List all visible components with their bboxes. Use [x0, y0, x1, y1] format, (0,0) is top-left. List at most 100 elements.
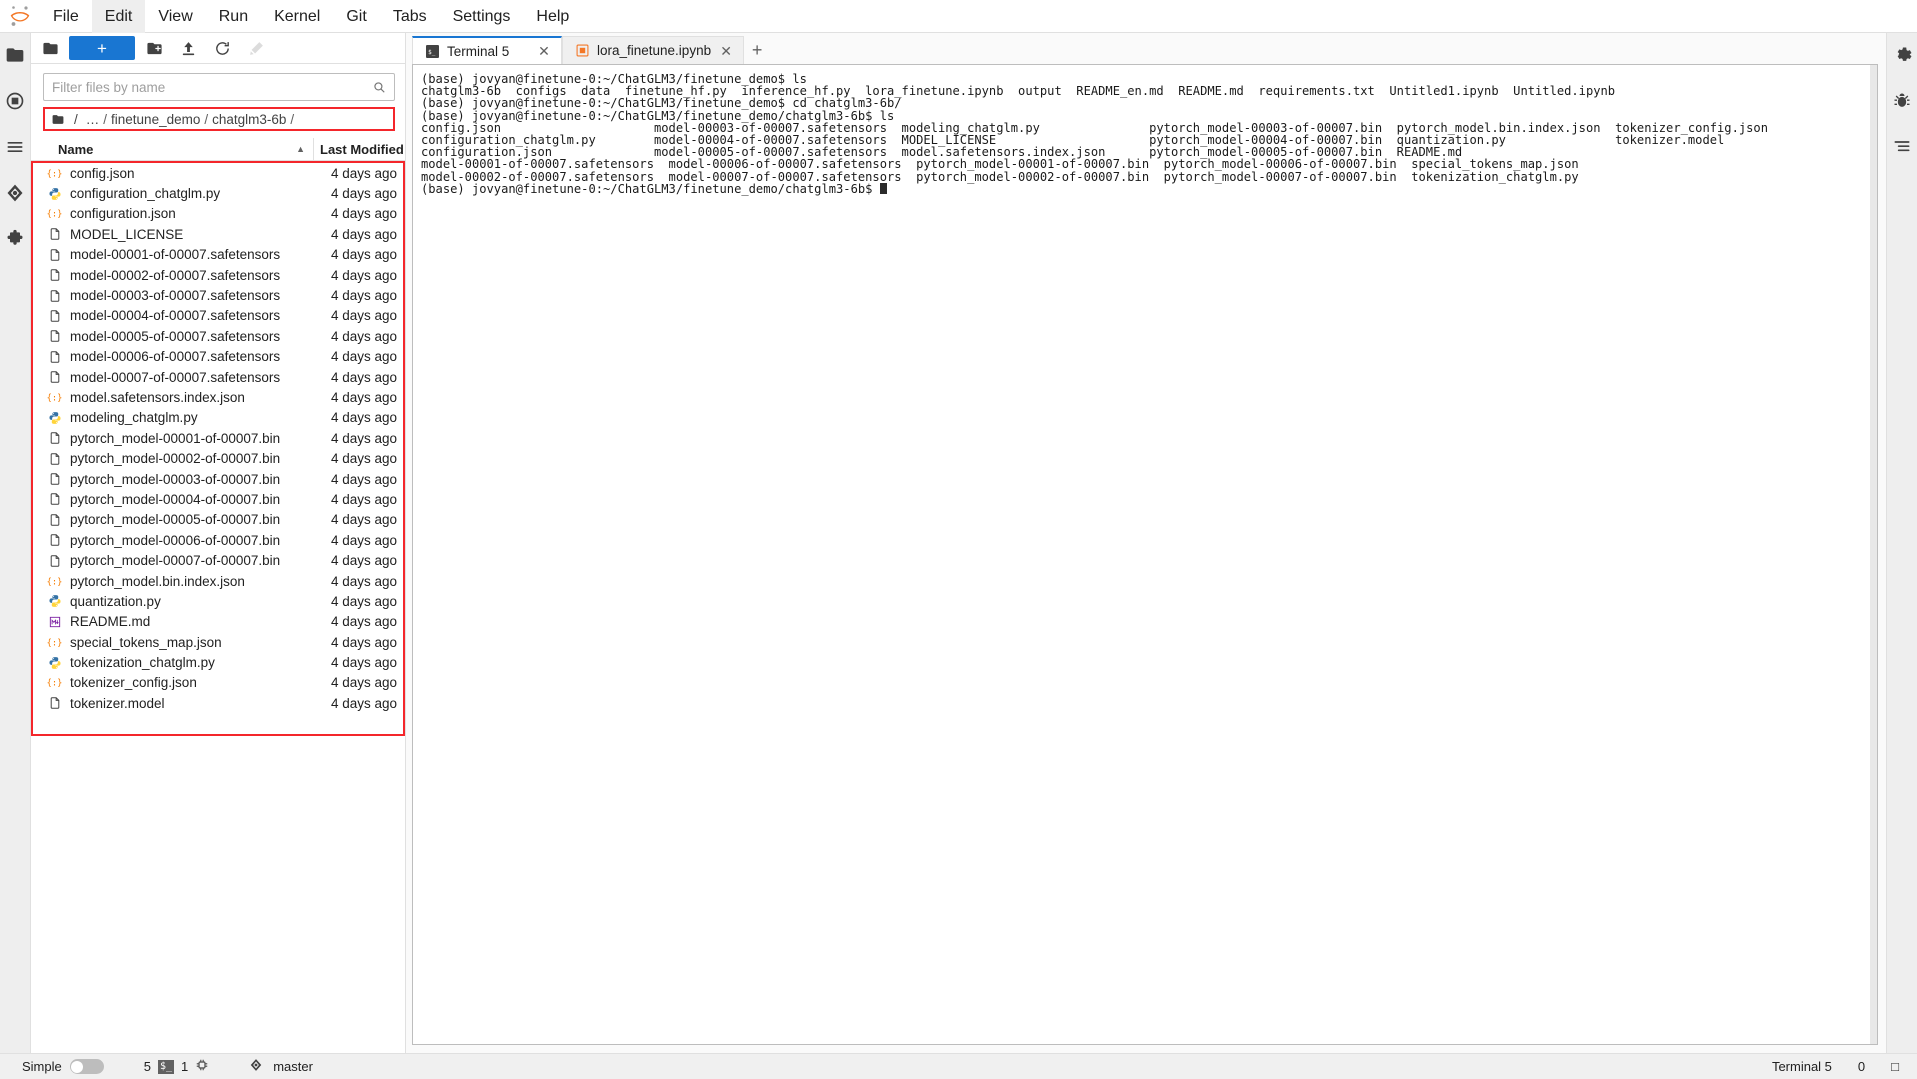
table-of-contents-icon[interactable] [1890, 135, 1914, 159]
breadcrumb-segment-finetune-demo[interactable]: finetune_demo [107, 112, 204, 127]
menu-item-settings[interactable]: Settings [440, 0, 524, 33]
file-icon [47, 451, 62, 466]
menu-item-edit[interactable]: Edit [92, 0, 146, 33]
file-list-item[interactable]: pytorch_model-00004-of-00007.bin4 days a… [33, 489, 403, 509]
file-list-item[interactable]: model-00006-of-00007.safetensors4 days a… [33, 347, 403, 367]
column-header-name[interactable]: Name ▲ [31, 142, 313, 157]
file-icon [47, 492, 62, 507]
commands-palette-icon[interactable] [3, 135, 27, 159]
file-name: model-00005-of-00007.safetensors [70, 329, 311, 344]
file-list-item[interactable]: {:}model.safetensors.index.json4 days ag… [33, 387, 403, 407]
file-list-item[interactable]: pytorch_model-00001-of-00007.bin4 days a… [33, 428, 403, 448]
file-last-modified: 4 days ago [311, 635, 403, 650]
file-list-item[interactable]: pytorch_model-00003-of-00007.bin4 days a… [33, 469, 403, 489]
file-list-item[interactable]: model-00003-of-00007.safetensors4 days a… [33, 285, 403, 305]
file-name: model.safetensors.index.json [70, 390, 311, 405]
menu-item-help[interactable]: Help [523, 0, 582, 33]
file-list[interactable]: {:}config.json4 days agoconfiguration_ch… [31, 161, 405, 736]
kernel-terminal-group[interactable]: 5 $_ 1 [144, 1058, 209, 1075]
terminal-panel: (base) jovyan@finetune-0:~/ChatGLM3/fine… [412, 64, 1878, 1045]
file-list-item[interactable]: pytorch_model-00005-of-00007.bin4 days a… [33, 510, 403, 530]
extension-manager-icon[interactable] [3, 227, 27, 251]
file-list-item[interactable]: tokenizer.model4 days ago [33, 693, 403, 713]
file-list-item[interactable]: {:}configuration.json4 days ago [33, 204, 403, 224]
file-browser-panel: + [31, 33, 406, 1053]
file-list-item[interactable]: pytorch_model-00006-of-00007.bin4 days a… [33, 530, 403, 550]
file-last-modified: 4 days ago [311, 533, 403, 548]
file-name: pytorch_model-00004-of-00007.bin [70, 492, 311, 507]
file-list-item[interactable]: {:}config.json4 days ago [33, 163, 403, 183]
tab-lora-finetune-ipynb[interactable]: lora_finetune.ipynb✕ [562, 36, 744, 64]
notification-icon[interactable]: □ [1891, 1059, 1899, 1074]
file-list-item[interactable]: pytorch_model-00002-of-00007.bin4 days a… [33, 448, 403, 468]
file-icon [47, 431, 62, 446]
breadcrumb-segment-chatglm3-6b[interactable]: chatglm3-6b [208, 112, 290, 127]
menu-item-tabs[interactable]: Tabs [380, 0, 440, 33]
git-branch-group[interactable]: master [249, 1058, 313, 1075]
file-name: tokenization_chatglm.py [70, 655, 311, 670]
kernel-icon [195, 1058, 209, 1075]
file-icon [47, 696, 62, 711]
terminal-scrollbar[interactable] [1870, 65, 1877, 1044]
new-tab-button[interactable]: + [744, 36, 770, 64]
file-list-item[interactable]: quantization.py4 days ago [33, 591, 403, 611]
breadcrumb-segment-root[interactable]: / [70, 112, 82, 127]
running-terminals-icon[interactable] [3, 89, 27, 113]
file-list-wrapper: {:}config.json4 days agoconfiguration_ch… [31, 161, 405, 1053]
git-panel-icon[interactable] [3, 181, 27, 205]
sidebar-folder-icon [35, 36, 65, 60]
simple-mode-group[interactable]: Simple [22, 1059, 104, 1074]
menu-item-git[interactable]: Git [333, 0, 379, 33]
file-list-item[interactable]: README.md4 days ago [33, 612, 403, 632]
file-last-modified: 4 days ago [311, 308, 403, 323]
tab-label: Terminal 5 [447, 44, 529, 59]
python-icon [47, 186, 62, 201]
file-icon [47, 329, 62, 344]
file-list-item[interactable]: configuration_chatglm.py4 days ago [33, 183, 403, 203]
file-list-item[interactable]: tokenization_chatglm.py4 days ago [33, 652, 403, 672]
new-launcher-button[interactable]: + [69, 36, 135, 60]
clear-icon[interactable] [241, 36, 271, 60]
refresh-icon[interactable] [207, 36, 237, 60]
file-name: model-00003-of-00007.safetensors [70, 288, 311, 303]
json-icon: {:} [47, 635, 62, 650]
file-name: configuration.json [70, 206, 311, 221]
menu-item-view[interactable]: View [145, 0, 205, 33]
breadcrumb-segment-ellipsis[interactable]: … [82, 112, 104, 127]
search-input[interactable] [52, 80, 372, 95]
file-last-modified: 4 days ago [311, 451, 403, 466]
markdown-icon [47, 614, 62, 629]
filter-files-box[interactable] [43, 73, 395, 101]
file-list-item[interactable]: {:}tokenizer_config.json4 days ago [33, 673, 403, 693]
menu-item-run[interactable]: Run [206, 0, 261, 33]
file-list-item[interactable]: model-00004-of-00007.safetensors4 days a… [33, 306, 403, 326]
breadcrumb-folder-icon[interactable] [51, 113, 65, 126]
tab-terminal-5[interactable]: $_Terminal 5✕ [412, 36, 562, 64]
simple-mode-toggle[interactable] [70, 1059, 104, 1074]
file-list-item[interactable]: {:}special_tokens_map.json4 days ago [33, 632, 403, 652]
file-icon [47, 370, 62, 385]
file-list-item[interactable]: model-00001-of-00007.safetensors4 days a… [33, 245, 403, 265]
file-icon [47, 288, 62, 303]
column-header-last-modified[interactable]: Last Modified [313, 138, 405, 160]
file-list-item[interactable]: modeling_chatglm.py4 days ago [33, 408, 403, 428]
close-icon[interactable]: ✕ [537, 44, 551, 58]
property-inspector-gear-icon[interactable] [1890, 43, 1914, 67]
file-list-item[interactable]: MODEL_LICENSE4 days ago [33, 224, 403, 244]
file-list-item[interactable]: model-00007-of-00007.safetensors4 days a… [33, 367, 403, 387]
jupyter-logo-icon [0, 5, 40, 27]
debugger-bug-icon[interactable] [1890, 89, 1914, 113]
file-browser-icon[interactable] [3, 43, 27, 67]
file-list-item[interactable]: pytorch_model-00007-of-00007.bin4 days a… [33, 550, 403, 570]
menu-item-kernel[interactable]: Kernel [261, 0, 333, 33]
upload-icon[interactable] [173, 36, 203, 60]
close-icon[interactable]: ✕ [719, 44, 733, 58]
file-list-item[interactable]: model-00002-of-00007.safetensors4 days a… [33, 265, 403, 285]
new-folder-icon[interactable] [139, 36, 169, 60]
file-list-item[interactable]: {:}pytorch_model.bin.index.json4 days ag… [33, 571, 403, 591]
terminal-output[interactable]: (base) jovyan@finetune-0:~/ChatGLM3/fine… [413, 65, 1870, 1044]
file-list-item[interactable]: model-00005-of-00007.safetensors4 days a… [33, 326, 403, 346]
file-icon [47, 349, 62, 364]
notification-count[interactable]: 0 [1858, 1059, 1865, 1074]
menu-item-file[interactable]: File [40, 0, 92, 33]
